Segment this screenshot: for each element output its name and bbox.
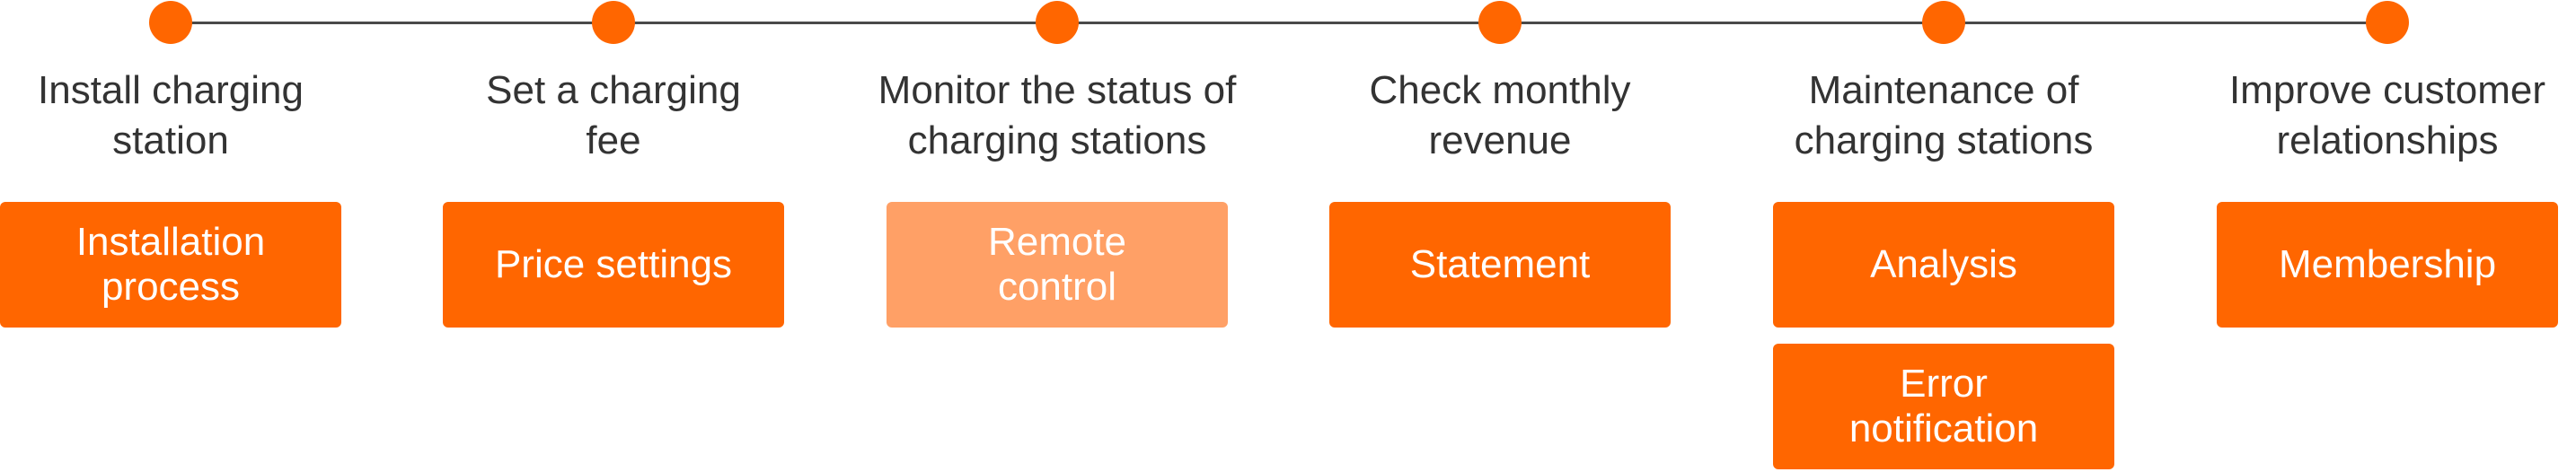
step-revenue: Check monthly revenue Statement bbox=[1293, 0, 1707, 328]
timeline-dot bbox=[592, 1, 635, 44]
timeline-dot bbox=[1922, 1, 1965, 44]
timeline-dot bbox=[2366, 1, 2409, 44]
step-monitor: Monitor the status of charging stations … bbox=[851, 0, 1264, 328]
installation-process-button[interactable]: Installation process bbox=[0, 202, 341, 328]
step-title: Set a charging fee bbox=[486, 68, 741, 162]
remote-control-button[interactable]: Remote control bbox=[887, 202, 1228, 328]
step-title: Monitor the status of charging stations bbox=[878, 68, 1237, 162]
step-install: Install charging station Installation pr… bbox=[0, 0, 377, 328]
price-settings-button[interactable]: Price settings bbox=[443, 202, 784, 328]
analysis-button[interactable]: Analysis bbox=[1773, 202, 2114, 328]
error-notification-button[interactable]: Error notification bbox=[1773, 344, 2114, 469]
step-title: Check monthly revenue bbox=[1369, 68, 1631, 162]
step-title: Install charging station bbox=[38, 68, 304, 162]
membership-button[interactable]: Membership bbox=[2217, 202, 2558, 328]
step-fee: Set a charging fee Price settings bbox=[407, 0, 820, 328]
timeline-dot bbox=[149, 1, 192, 44]
timeline-dot bbox=[1036, 1, 1079, 44]
step-customer: Improve customer relationships Membershi… bbox=[2181, 0, 2576, 328]
step-maintenance: Maintenance of charging stations Analysi… bbox=[1737, 0, 2150, 469]
step-title: Improve customer relationships bbox=[2228, 68, 2546, 162]
timeline-dot bbox=[1478, 1, 1522, 44]
statement-button[interactable]: Statement bbox=[1329, 202, 1671, 328]
step-title: Maintenance of charging stations bbox=[1794, 68, 2094, 162]
